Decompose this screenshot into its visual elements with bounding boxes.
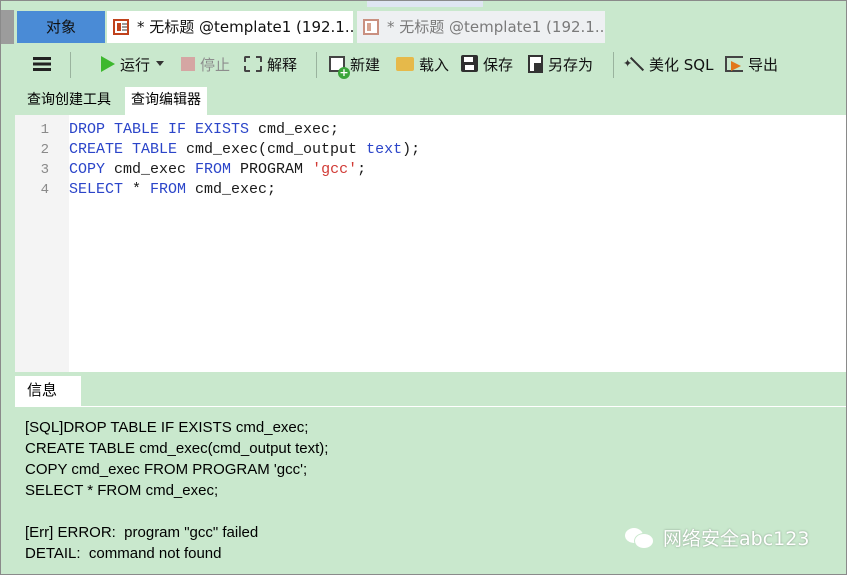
- info-message-line: [25, 501, 846, 522]
- beautify-sql-button[interactable]: 美化 SQL: [623, 50, 714, 79]
- menu-button[interactable]: [33, 51, 56, 79]
- code-line: CREATE TABLE cmd_exec(cmd_output text);: [69, 141, 420, 158]
- info-message-line: CREATE TABLE cmd_exec(cmd_output text);: [25, 440, 329, 457]
- toolbar-separator: [70, 52, 71, 78]
- export-icon: [725, 55, 743, 72]
- folder-icon: [396, 56, 414, 71]
- tab-query-1[interactable]: * 无标题 @template1 (192.1...: [107, 11, 353, 43]
- query-table-icon: [113, 19, 129, 35]
- code-line: SELECT * FROM cmd_exec;: [69, 181, 276, 198]
- tab-accent: [367, 1, 483, 7]
- sql-keyword: FROM: [150, 181, 187, 198]
- result-tabbar: 信息: [15, 376, 846, 406]
- sql-keyword: SELECT: [69, 181, 124, 198]
- run-button[interactable]: 运行: [101, 51, 165, 79]
- sql-text: ;: [357, 161, 367, 178]
- tab-query-2[interactable]: * 无标题 @template1 (192.1...: [357, 11, 605, 43]
- save-as-icon: [528, 54, 543, 73]
- new-label: 新建: [350, 56, 381, 74]
- hamburger-menu-icon: [33, 56, 51, 71]
- info-message-line: COPY cmd_exec FROM PROGRAM 'gcc';: [25, 461, 308, 478]
- watermark: 网络安全abc123: [625, 524, 809, 554]
- toolbar-separator: [316, 52, 317, 78]
- line-number: 4: [40, 182, 49, 198]
- toolbar-separator: [613, 52, 614, 78]
- app-window: 对象 * 无标题 @template1 (192.1... * 无标题 @tem…: [0, 0, 847, 575]
- export-button[interactable]: 导出: [725, 51, 778, 79]
- tab-objects[interactable]: 对象: [17, 11, 105, 43]
- sql-text: );: [402, 141, 421, 158]
- save-as-button[interactable]: 另存为: [528, 51, 593, 79]
- load-button[interactable]: 载入: [396, 51, 449, 79]
- save-as-label: 另存为: [548, 56, 594, 74]
- save-button[interactable]: 保存: [461, 51, 513, 79]
- top-stripe: [1, 1, 846, 10]
- magic-wand-icon: [623, 50, 644, 78]
- code-line: COPY cmd_exec FROM PROGRAM 'gcc';: [69, 161, 366, 178]
- sql-text: cmd_exec;: [186, 181, 277, 198]
- tab-query-builder[interactable]: 查询创建工具: [21, 87, 117, 115]
- chevron-down-icon[interactable]: [156, 61, 165, 66]
- new-button[interactable]: 新建: [329, 51, 380, 79]
- sql-keyword: COPY: [69, 161, 106, 178]
- sql-keyword: DROP TABLE IF EXISTS: [69, 121, 250, 138]
- run-label: 运行: [120, 56, 151, 74]
- line-number: 3: [40, 162, 49, 178]
- explain-label: 解释: [267, 56, 298, 74]
- line-number: 1: [40, 122, 49, 138]
- tab-info[interactable]: 信息: [15, 376, 81, 406]
- line-number: 2: [40, 142, 49, 158]
- query-subtabs: 查询创建工具 查询编辑器: [15, 87, 846, 115]
- sql-keyword: text: [366, 141, 403, 158]
- sql-text: *: [123, 181, 151, 198]
- export-label: 导出: [748, 56, 779, 74]
- wechat-icon: [625, 526, 655, 550]
- tab-bar: 对象 * 无标题 @template1 (192.1... * 无标题 @tem…: [1, 1, 846, 44]
- stop-icon: [181, 56, 195, 71]
- load-label: 载入: [419, 56, 450, 74]
- sql-text: cmd_exec(cmd_output: [177, 141, 367, 158]
- explain-button[interactable]: 解释: [244, 51, 297, 79]
- sql-text: cmd_exec;: [249, 121, 340, 138]
- tab-query-1-label: * 无标题 @template1 (192.1...: [137, 18, 353, 36]
- explain-icon: [244, 55, 262, 72]
- sql-keyword: FROM: [195, 161, 232, 178]
- info-message-line: [SQL]DROP TABLE IF EXISTS cmd_exec;: [25, 419, 309, 436]
- beautify-sql-label: 美化 SQL: [649, 56, 714, 74]
- tab-query-editor[interactable]: 查询编辑器: [125, 87, 207, 115]
- play-icon: [101, 55, 115, 72]
- tab-query-2-label: * 无标题 @template1 (192.1...: [387, 18, 605, 36]
- sql-editor[interactable]: 1 2 3 4 DROP TABLE IF EXISTS cmd_exec; C…: [15, 115, 846, 372]
- new-query-icon: [329, 55, 350, 79]
- sql-string: 'gcc': [312, 161, 358, 178]
- query-table-icon: [363, 19, 379, 35]
- save-icon: [461, 55, 478, 72]
- line-number-gutter: 1 2 3 4: [15, 115, 69, 372]
- save-label: 保存: [483, 56, 514, 74]
- info-message-line: SELECT * FROM cmd_exec;: [25, 482, 219, 499]
- stop-label: 停止: [200, 56, 231, 74]
- code-line: DROP TABLE IF EXISTS cmd_exec;: [69, 121, 339, 138]
- watermark-text: 网络安全abc123: [663, 528, 810, 550]
- stop-button[interactable]: 停止: [181, 51, 230, 79]
- sql-text: cmd_exec: [105, 161, 196, 178]
- sql-keyword: CREATE TABLE: [69, 141, 178, 158]
- sql-text: PROGRAM: [231, 161, 313, 178]
- left-gutter: [1, 10, 14, 44]
- toolbar: 运行 停止 解释 新建 载入 保存 另存为 美化 SQL 导出: [15, 43, 846, 87]
